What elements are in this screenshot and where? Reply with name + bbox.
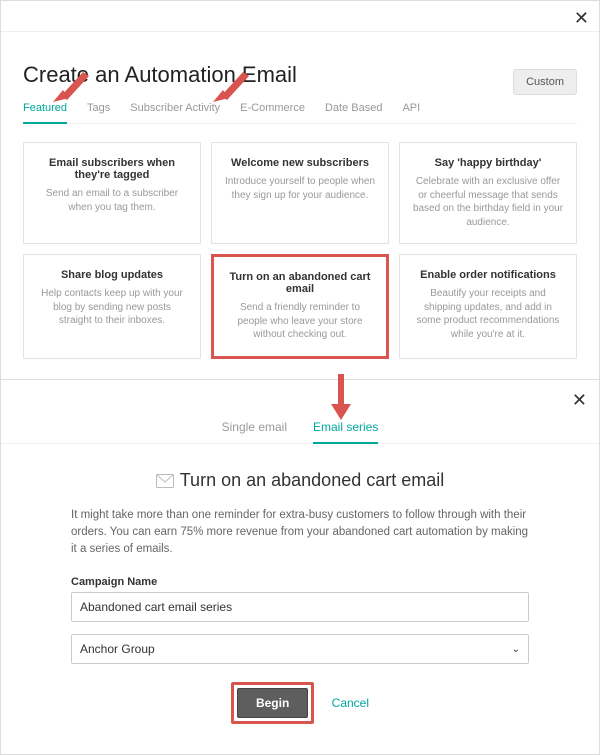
automation-card-abandoned-cart[interactable]: Turn on an abandoned cart email Send a f… [211, 254, 389, 359]
chevron-down-icon: ⌄ [512, 644, 520, 655]
card-title: Welcome new subscribers [224, 157, 376, 169]
page-title: Create an Automation Email [23, 62, 297, 88]
card-title: Share blog updates [36, 269, 188, 281]
card-desc: Send a friendly reminder to people who l… [226, 301, 374, 342]
card-desc: Send an email to a subscriber when you t… [36, 187, 188, 214]
envelope-icon [156, 472, 174, 486]
automation-card[interactable]: Welcome new subscribers Introduce yourse… [211, 142, 389, 244]
automation-cards-grid: Email subscribers when they're tagged Se… [23, 142, 577, 359]
tab-ecommerce[interactable]: E-Commerce [240, 102, 305, 123]
card-title: Enable order notifications [412, 269, 564, 281]
begin-button[interactable]: Begin [237, 688, 308, 718]
begin-button-highlight: Begin [231, 682, 314, 724]
audience-select[interactable]: Anchor Group ⌄ [71, 634, 529, 664]
card-title: Say 'happy birthday' [412, 157, 564, 169]
tab-featured[interactable]: Featured [23, 102, 67, 124]
automation-create-panel: ✕ Create an Automation Email Custom Feat… [0, 0, 600, 380]
automation-card[interactable]: Say 'happy birthday' Celebrate with an e… [399, 142, 577, 244]
card-title: Email subscribers when they're tagged [36, 157, 188, 181]
card-desc: Beautify your receipts and shipping upda… [412, 287, 564, 341]
audience-select-value: Anchor Group [80, 642, 155, 656]
campaign-name-label: Campaign Name [71, 576, 529, 588]
config-description: It might take more than one reminder for… [71, 507, 529, 559]
tab-date-based[interactable]: Date Based [325, 102, 382, 123]
automation-card[interactable]: Email subscribers when they're tagged Se… [23, 142, 201, 244]
card-desc: Celebrate with an exclusive offer or che… [412, 175, 564, 229]
tab-subscriber-activity[interactable]: Subscriber Activity [130, 102, 220, 123]
card-desc: Help contacts keep up with your blog by … [36, 287, 188, 328]
annotation-arrow-icon [331, 374, 351, 420]
tab-tags[interactable]: Tags [87, 102, 110, 123]
automation-card[interactable]: Enable order notifications Beautify your… [399, 254, 577, 359]
automation-card[interactable]: Share blog updates Help contacts keep up… [23, 254, 201, 359]
email-mode-tabs: Single email Email series [1, 380, 599, 444]
config-heading-text: Turn on an abandoned cart email [180, 470, 445, 490]
automation-config-panel: ✕ Single email Email series Turn on an a… [0, 380, 600, 755]
campaign-name-input[interactable] [71, 592, 529, 622]
config-heading: Turn on an abandoned cart email [71, 470, 529, 491]
close-icon[interactable]: ✕ [574, 9, 589, 27]
card-title: Turn on an abandoned cart email [226, 271, 374, 295]
tab-api[interactable]: API [402, 102, 420, 123]
form-actions: Begin Cancel [71, 682, 529, 724]
automation-config-form: Turn on an abandoned cart email It might… [1, 444, 599, 755]
panel-content: Create an Automation Email Custom Featur… [1, 31, 599, 379]
category-tabs: Featured Tags Subscriber Activity E-Comm… [23, 102, 577, 124]
card-desc: Introduce yourself to people when they s… [224, 175, 376, 202]
cancel-link[interactable]: Cancel [332, 696, 369, 710]
tab-email-series[interactable]: Email series [313, 420, 378, 444]
custom-button[interactable]: Custom [513, 69, 577, 95]
tab-single-email[interactable]: Single email [222, 420, 287, 443]
